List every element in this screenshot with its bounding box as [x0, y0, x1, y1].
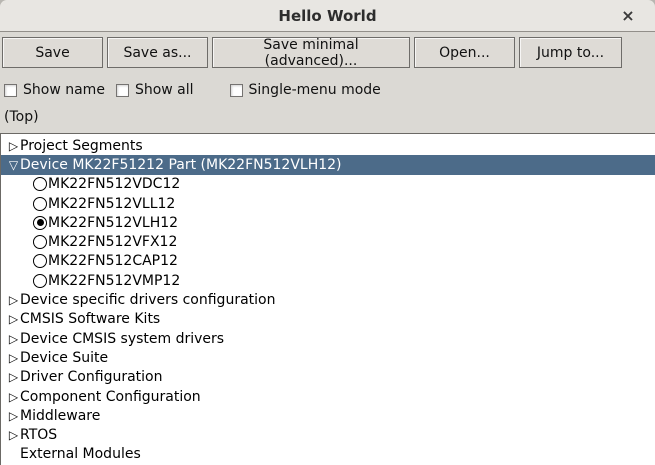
close-icon[interactable]: × — [615, 0, 641, 31]
checkbox-icon[interactable] — [116, 84, 129, 97]
tree-row[interactable]: ▽Device MK22F51212 Part (MK22FN512VLH12) — [1, 155, 655, 174]
tree-row[interactable]: MK22FN512VDC12 — [1, 175, 655, 194]
tree-row-label: External Modules — [20, 446, 141, 462]
tree-row[interactable]: ▷Device CMSIS system drivers — [1, 329, 655, 348]
toolbar-button-1[interactable]: Save as... — [107, 37, 208, 68]
checkbox-label: Show name — [23, 82, 105, 98]
tree-row[interactable]: ▷Project Segments — [1, 136, 655, 155]
tree-row-label: MK22FN512VMP12 — [48, 273, 180, 289]
dialog-window: Hello World × SaveSave as...Save minimal… — [0, 0, 655, 465]
checkbox-label: Single-menu mode — [249, 82, 381, 98]
triangle-right-icon[interactable]: ▷ — [7, 410, 20, 422]
triangle-right-icon[interactable]: ▷ — [7, 429, 20, 441]
tree-row-label: CMSIS Software Kits — [20, 311, 160, 327]
tree[interactable]: ▷Project Segments▽Device MK22F51212 Part… — [0, 133, 655, 465]
triangle-right-icon[interactable]: ▷ — [7, 140, 20, 152]
tree-row-label: MK22FN512VLL12 — [48, 196, 175, 212]
breadcrumb: (Top) — [4, 109, 655, 126]
radio-unselected-icon[interactable] — [33, 235, 47, 249]
checkbox-icon[interactable] — [230, 84, 243, 97]
titlebar[interactable]: Hello World × — [0, 0, 655, 32]
tree-row-label: Component Configuration — [20, 389, 201, 405]
tree-row-label: MK22FN512CAP12 — [48, 253, 178, 269]
tree-row-label: MK22FN512VFX12 — [48, 234, 177, 250]
toolbar-button-3[interactable]: Open... — [414, 37, 515, 68]
tree-row-label: MK22FN512VDC12 — [48, 176, 180, 192]
checkbox-item-2[interactable]: Single-menu mode — [230, 82, 381, 98]
tree-row[interactable]: MK22FN512CAP12 — [1, 252, 655, 271]
toolbar-button-2[interactable]: Save minimal (advanced)... — [212, 37, 410, 68]
checkbox-label: Show all — [135, 82, 194, 98]
toolbar-button-0[interactable]: Save — [2, 37, 103, 68]
tree-row[interactable]: External Modules — [1, 445, 655, 464]
tree-row-label: Project Segments — [20, 138, 143, 154]
triangle-right-icon[interactable]: ▷ — [7, 391, 20, 403]
radio-unselected-icon[interactable] — [33, 197, 47, 211]
tree-row[interactable]: ▷Device Suite — [1, 348, 655, 367]
checkbox-item-0[interactable]: Show name — [4, 82, 105, 98]
radio-unselected-icon[interactable] — [33, 274, 47, 288]
radio-selected-icon[interactable] — [33, 216, 47, 230]
tree-row[interactable]: ▷Device specific drivers configuration — [1, 290, 655, 309]
tree-row-label: Middleware — [20, 408, 100, 424]
radio-unselected-icon[interactable] — [33, 177, 47, 191]
tree-row-label: Device MK22F51212 Part (MK22FN512VLH12) — [20, 157, 342, 173]
checkbox-icon[interactable] — [4, 84, 17, 97]
tree-row[interactable]: MK22FN512VFX12 — [1, 232, 655, 251]
radio-unselected-icon[interactable] — [33, 254, 47, 268]
tree-row-label: MK22FN512VLH12 — [48, 215, 178, 231]
tree-row[interactable]: MK22FN512VLH12 — [1, 213, 655, 232]
triangle-down-icon[interactable]: ▽ — [7, 159, 20, 171]
triangle-right-icon[interactable]: ▷ — [7, 371, 20, 383]
triangle-right-icon[interactable]: ▷ — [7, 352, 20, 364]
triangle-right-icon[interactable]: ▷ — [7, 333, 20, 345]
triangle-right-icon[interactable]: ▷ — [7, 313, 20, 325]
tree-row[interactable]: MK22FN512VMP12 — [1, 271, 655, 290]
toolbar: SaveSave as...Save minimal (advanced)...… — [0, 32, 655, 68]
window-title: Hello World — [278, 7, 376, 25]
tree-row[interactable]: ▷Driver Configuration — [1, 368, 655, 387]
toolbar-button-4[interactable]: Jump to... — [519, 37, 622, 68]
tree-row[interactable]: ▷RTOS — [1, 425, 655, 444]
tree-row-label: Device specific drivers configuration — [20, 292, 275, 308]
tree-row[interactable]: MK22FN512VLL12 — [1, 194, 655, 213]
tree-row-label: RTOS — [20, 427, 57, 443]
tree-row-label: Driver Configuration — [20, 369, 162, 385]
triangle-right-icon[interactable]: ▷ — [7, 294, 20, 306]
checkbox-item-1[interactable]: Show all — [116, 82, 194, 98]
options-row: Show name Show all Single-menu mode — [0, 81, 655, 99]
tree-row[interactable]: ▷CMSIS Software Kits — [1, 310, 655, 329]
tree-row[interactable]: ▷Middleware — [1, 406, 655, 425]
tree-row-label: Device CMSIS system drivers — [20, 331, 224, 347]
tree-row[interactable]: ▷Component Configuration — [1, 387, 655, 406]
tree-row-label: Device Suite — [20, 350, 108, 366]
